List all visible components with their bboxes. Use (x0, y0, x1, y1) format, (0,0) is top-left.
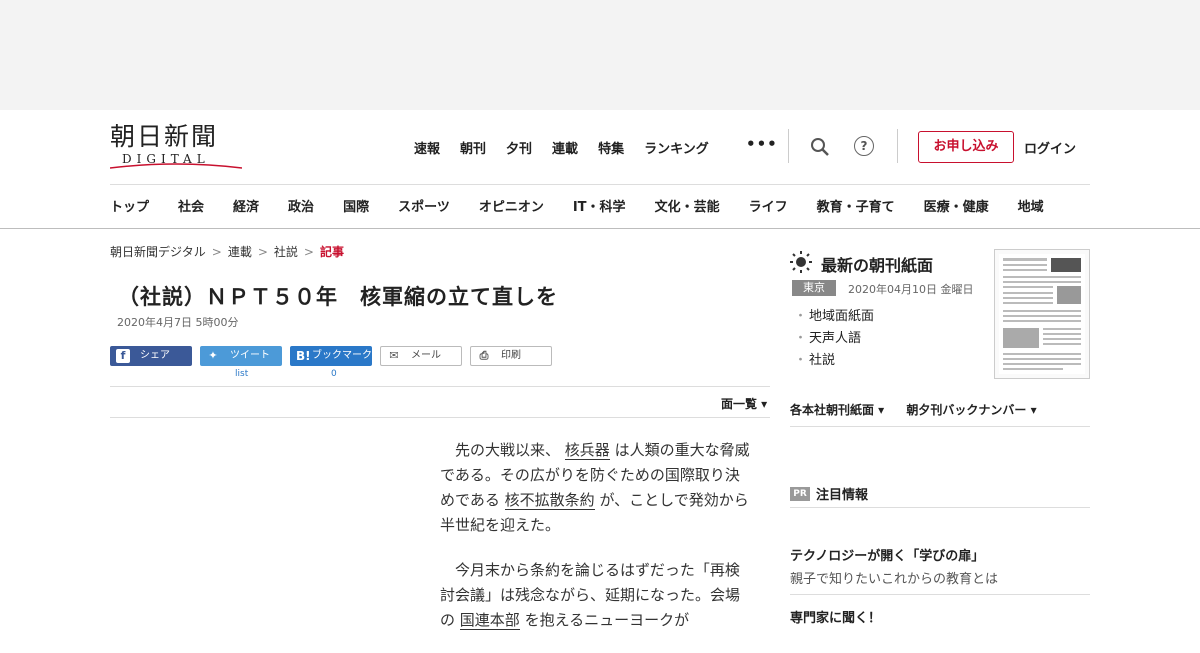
breadcrumb-series[interactable]: 連載 (228, 245, 252, 259)
signup-button[interactable]: お申し込み (918, 131, 1014, 163)
category-it-science[interactable]: IT・科学 (573, 196, 626, 215)
newspaper-page-image (999, 254, 1085, 374)
category-international[interactable]: 国際 (343, 196, 369, 215)
nav-divider (788, 129, 789, 163)
divider (790, 426, 1090, 427)
nav-breaking[interactable]: 速報 (414, 138, 440, 157)
category-economy[interactable]: 経済 (233, 196, 259, 215)
keyword-link[interactable]: 国連本部 (459, 611, 520, 630)
paper-links: 地域面紙面 天声人語 社説 (794, 306, 874, 372)
region-badge: 東京 (792, 280, 836, 296)
latest-paper-title[interactable]: 最新の朝刊紙面 (821, 252, 933, 276)
nav-series[interactable]: 連載 (552, 138, 578, 157)
print-button[interactable]: ⎙ 印刷 (470, 346, 552, 366)
facebook-icon: f (116, 349, 130, 363)
article-body: 先の大戦以来、 核兵器 は人類の重大な脅威である。その広がりを防ぐための国際取り… (440, 438, 750, 653)
login-link[interactable]: ログイン (1024, 138, 1076, 157)
twitter-share-button[interactable]: ✦ ツイート (200, 346, 282, 366)
mail-share-button[interactable]: ✉ メール (380, 346, 462, 366)
facebook-share-button[interactable]: f シェア (110, 346, 192, 366)
print-label: 印刷 (501, 350, 521, 361)
site-header: 朝日新聞 DIGITAL 速報 朝刊 夕刊 連載 特集 ランキング ••• ? … (0, 110, 1200, 229)
breadcrumb-current: 記事 (319, 245, 344, 259)
paper-link-editorial[interactable]: 社説 (794, 350, 874, 372)
page-list-dropdown[interactable]: 面一覧 ▾ (721, 395, 767, 412)
paper-link-tenseijingo[interactable]: 天声人語 (794, 328, 874, 350)
divider (790, 507, 1090, 508)
share-bar: f シェア ✦ ツイート B! ブックマーク ✉ メール ⎙ 印刷 (110, 346, 560, 366)
ad-banner-area (0, 0, 1200, 110)
paper-dropdowns: 各本社朝刊紙面 ▾ 朝夕刊バックナンバー ▾ (790, 401, 1055, 418)
category-health[interactable]: 医療・健康 (924, 196, 989, 215)
nav-divider-line (110, 184, 1090, 185)
breadcrumb-editorial[interactable]: 社説 (274, 245, 298, 259)
mail-share-label: メール (411, 350, 441, 361)
pr-label: 注目情報 (816, 488, 869, 503)
hatena-icon: B! (296, 349, 311, 363)
category-politics[interactable]: 政治 (288, 196, 314, 215)
back-number-dropdown[interactable]: 朝夕刊バックナンバー ▾ (906, 403, 1036, 417)
divider (790, 594, 1090, 595)
promo-title[interactable]: テクノロジーが開く「学びの扉」 (790, 545, 984, 564)
hatena-bookmark-button[interactable]: B! ブックマーク (290, 346, 372, 366)
category-nav: トップ 社会 経済 政治 国際 スポーツ オピニオン IT・科学 文化・芸能 ラ… (110, 196, 1044, 215)
category-top[interactable]: トップ (110, 196, 149, 215)
paper-link-local[interactable]: 地域面紙面 (794, 306, 874, 328)
facebook-share-label: シェア (140, 350, 170, 361)
category-local[interactable]: 地域 (1018, 196, 1044, 215)
nav-divider (897, 129, 898, 163)
keyword-link[interactable]: 核不拡散条約 (504, 491, 595, 510)
logo-swoosh-icon (110, 163, 242, 169)
paper-date: 2020年04月10日 金曜日 (848, 283, 974, 296)
text-run: 先の大戦以来、 (455, 441, 561, 459)
more-menu-button[interactable]: ••• (746, 135, 778, 153)
twitter-share-label: ツイート (230, 350, 270, 361)
hatena-count[interactable]: 0 (331, 369, 337, 379)
mail-icon: ✉ (389, 349, 399, 362)
twitter-count[interactable]: list (235, 369, 248, 379)
breadcrumb-separator: > (303, 245, 314, 259)
newspaper-thumbnail[interactable] (994, 249, 1090, 379)
nav-ranking[interactable]: ランキング (644, 138, 709, 157)
nav-morning[interactable]: 朝刊 (460, 138, 486, 157)
breadcrumb-separator: > (211, 245, 222, 259)
category-life[interactable]: ライフ (749, 196, 788, 215)
article-paragraph: 今月末から条約を論じるはずだった「再検討会議」は残念ながら、延期になった。会場の… (440, 558, 750, 633)
text-run: を抱えるニューヨークが (524, 611, 690, 629)
article-title: （社説）ＮＰＴ５０年 核軍縮の立て直しを (118, 285, 558, 309)
category-society[interactable]: 社会 (178, 196, 204, 215)
category-education[interactable]: 教育・子育て (817, 196, 895, 215)
category-culture[interactable]: 文化・芸能 (655, 196, 720, 215)
promo-subtitle[interactable]: 親子で知りたいこれからの教育とは (790, 568, 998, 587)
promo-title[interactable]: 専門家に聞く！ (790, 607, 881, 626)
nav-evening[interactable]: 夕刊 (506, 138, 532, 157)
nav-features[interactable]: 特集 (598, 138, 624, 157)
twitter-icon: ✦ (208, 349, 218, 362)
pr-section-header: PR 注目情報 (790, 483, 868, 503)
print-icon: ⎙ (479, 349, 489, 362)
category-sports[interactable]: スポーツ (398, 196, 450, 215)
help-icon[interactable]: ? (854, 136, 874, 156)
site-logo[interactable]: 朝日新聞 DIGITAL (110, 124, 242, 170)
divider (110, 417, 770, 418)
category-opinion[interactable]: オピニオン (479, 196, 544, 215)
top-nav: 速報 朝刊 夕刊 連載 特集 ランキング (414, 138, 729, 157)
article-paragraph: 先の大戦以来、 核兵器 は人類の重大な脅威である。その広がりを防ぐための国際取り… (440, 438, 750, 538)
divider (110, 386, 770, 387)
breadcrumb: 朝日新聞デジタル > 連載 > 社説 > 記事 (110, 243, 344, 260)
hatena-bookmark-label: ブックマーク (312, 350, 372, 361)
sun-icon (790, 251, 812, 273)
regional-edition-dropdown[interactable]: 各本社朝刊紙面 ▾ (790, 403, 884, 417)
breadcrumb-separator: > (257, 245, 268, 259)
keyword-link[interactable]: 核兵器 (564, 441, 610, 460)
article-date: 2020年4月7日 5時00分 (117, 316, 239, 329)
search-icon[interactable] (810, 137, 830, 157)
logo-text: 朝日新聞 (110, 122, 219, 151)
pr-badge: PR (790, 486, 810, 501)
breadcrumb-home[interactable]: 朝日新聞デジタル (110, 245, 206, 259)
